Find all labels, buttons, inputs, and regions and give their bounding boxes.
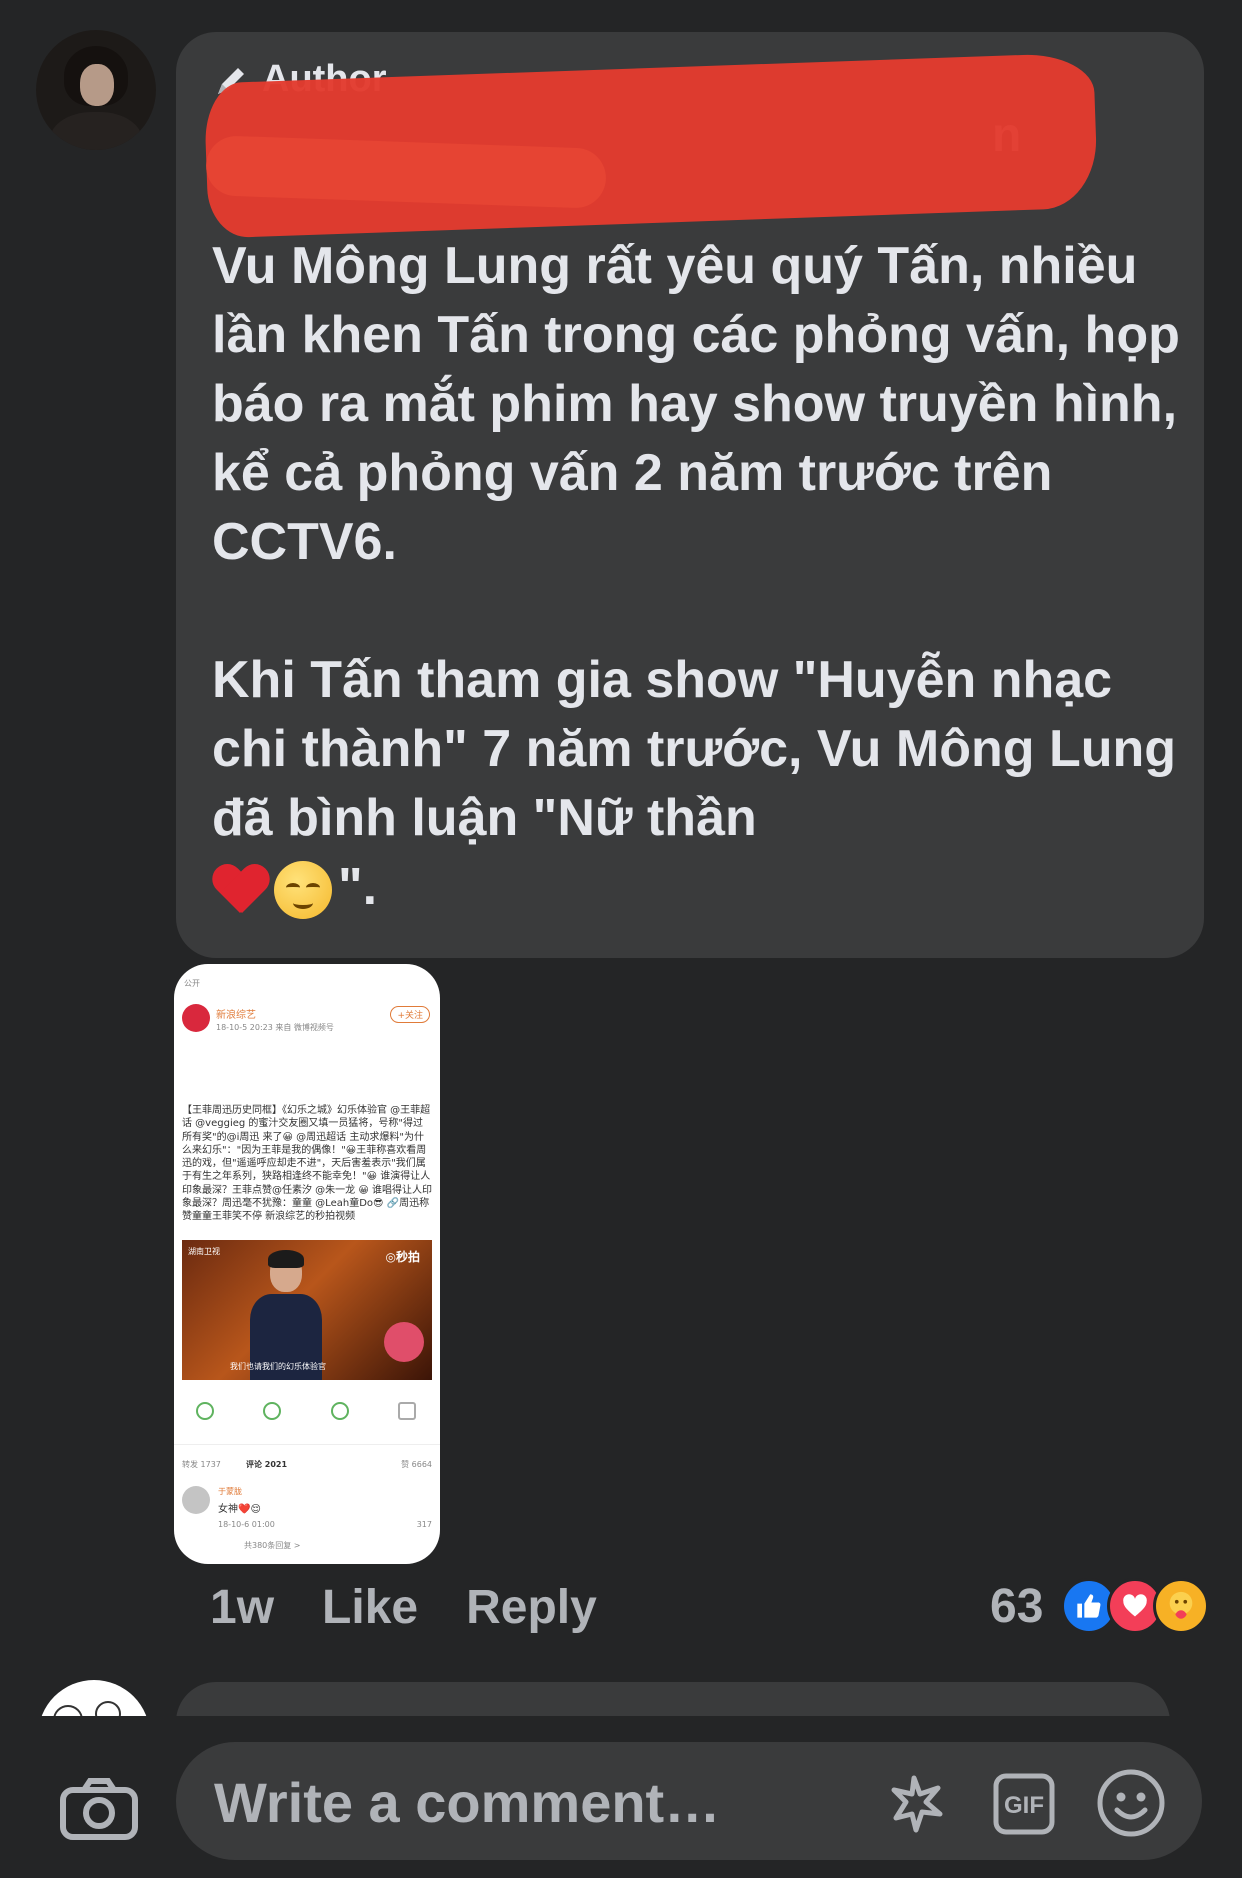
relieved-face-icon <box>274 861 332 920</box>
video-thumbnail: 湖南卫视 ◎秒拍 我们也请我们的幻乐体验官 <box>182 1240 432 1380</box>
post-stats: 转发 1737 评论 2021 赞 6664 <box>174 1444 440 1469</box>
comment-paragraph-1: Vu Mông Lung rất yêu quý Tấn, nhiều lần … <box>212 237 1180 571</box>
svg-text:GIF: GIF <box>1004 1792 1044 1819</box>
reply-user: 于蒙胧 <box>218 1487 242 1496</box>
post-meta: 18-10-5 20:23 来自 微博视频号 <box>216 1023 334 1032</box>
save-icon <box>397 1402 416 1420</box>
avatar-coat <box>50 112 142 150</box>
reply-time: 18-10-6 01:00 <box>218 1520 275 1529</box>
reply-avatar <box>182 1486 210 1514</box>
qq-icon <box>330 1402 349 1420</box>
comment-timestamp[interactable]: 1w <box>210 1580 274 1635</box>
share-icon-row <box>196 1402 416 1420</box>
more-replies: 共380条回复 > <box>244 1541 301 1550</box>
video-channel: 湖南卫视 <box>188 1247 220 1256</box>
post-body: 【王菲周迅历史同框】《幻乐之城》幻乐体验官 @王菲超话 @veggieg 的蜜汁… <box>182 1105 432 1223</box>
comment-composer: GIF <box>0 1716 1242 1878</box>
comment-paragraph-2-end: ". <box>338 858 378 916</box>
author-avatar[interactable] <box>36 30 156 150</box>
reaction-summary[interactable]: 63 <box>990 1578 1210 1634</box>
account-name: 新浪综艺 <box>216 1010 256 1021</box>
comment-actions: 1w Like Reply <box>210 1580 597 1635</box>
emoji-icon[interactable] <box>1096 1768 1166 1838</box>
follow-button: +关注 <box>390 1006 430 1023</box>
comment-input[interactable] <box>212 1742 856 1862</box>
comment-count: 评论 2021 <box>246 1460 288 1469</box>
repost-count: 转发 1737 <box>182 1460 221 1469</box>
video-caption: 我们也请我们的幻乐体验官 <box>230 1362 326 1371</box>
comment-paragraph-2: Khi Tấn tham gia show "Huyễn nhạc chi th… <box>212 646 1187 922</box>
red-heart-icon <box>212 865 268 915</box>
avatar-face <box>80 64 114 106</box>
comment-input-box[interactable]: GIF <box>176 1742 1202 1862</box>
like-count: 赞 6664 <box>401 1460 432 1469</box>
account-avatar <box>182 1004 210 1032</box>
reply-button[interactable]: Reply <box>466 1580 597 1635</box>
like-button[interactable]: Like <box>322 1580 418 1635</box>
reply-likes: 317 <box>416 1520 432 1529</box>
attached-screenshot[interactable]: 公开 新浪综艺 18-10-5 20:23 来自 微博视频号 +关注 【王菲周迅… <box>174 964 440 1564</box>
camera-icon[interactable] <box>60 1778 138 1840</box>
reply-text: 女神❤️😌 <box>218 1504 261 1515</box>
mascot-icon <box>384 1322 424 1362</box>
reaction-count: 63 <box>990 1579 1044 1633</box>
care-reaction-icon <box>1153 1578 1210 1634</box>
moments-icon <box>263 1402 282 1420</box>
comment-body: Vu Mông Lung rất yêu quý Tấn, nhiều lần … <box>212 232 1187 922</box>
gif-icon[interactable]: GIF <box>992 1772 1056 1836</box>
visibility-label: 公开 <box>184 979 200 988</box>
video-logo: ◎秒拍 <box>385 1250 420 1264</box>
wechat-icon <box>196 1402 214 1420</box>
comment-paragraph-2-text: Khi Tấn tham gia show "Huyễn nhạc chi th… <box>212 651 1177 847</box>
sticker-icon[interactable] <box>886 1772 950 1836</box>
comment-bubble: Author n Vu Mông Lung rất yêu quý Tấn, n… <box>176 32 1204 958</box>
